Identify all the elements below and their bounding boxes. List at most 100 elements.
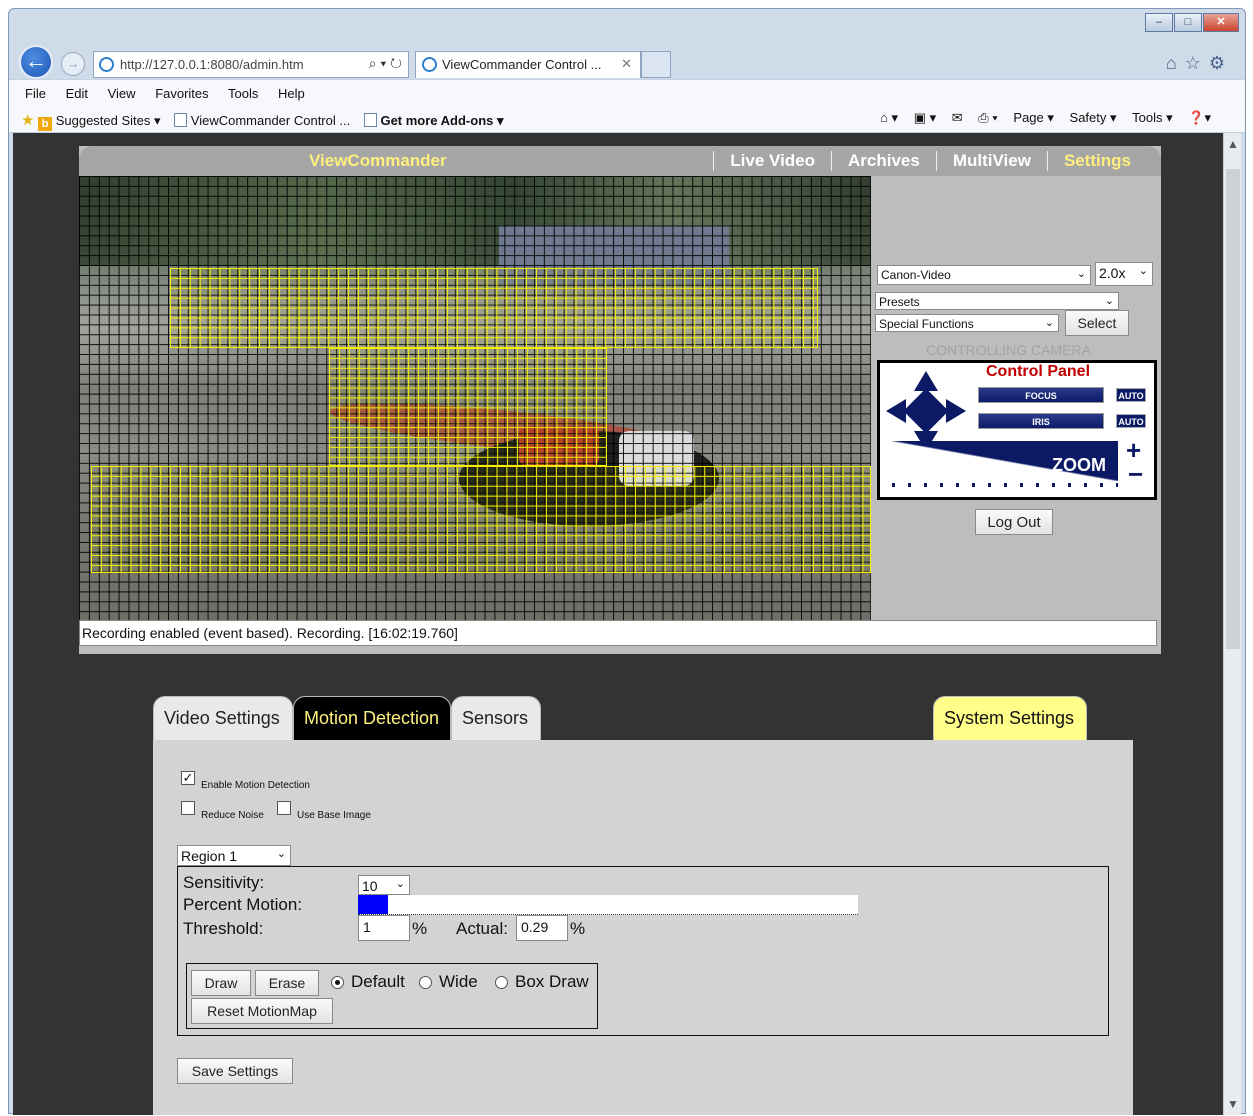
favorites-star-icon[interactable]: ☆ — [1185, 53, 1209, 73]
pan-right-arrow-icon[interactable] — [946, 399, 966, 423]
window-controls: – □ ✕ — [1144, 13, 1239, 32]
menu-edit[interactable]: Edit — [66, 86, 88, 101]
zoom-ticks — [892, 483, 1118, 487]
scroll-thumb[interactable] — [1226, 169, 1240, 649]
camera-video-feed[interactable] — [79, 176, 871, 620]
scroll-down-icon[interactable]: ▼ — [1224, 1097, 1242, 1111]
browser-window: – □ ✕ ← → http://127.0.0.1:8080/admin.ht… — [8, 8, 1246, 1115]
feeds-icon[interactable]: ▣ ▾ — [914, 110, 936, 125]
vertical-scrollbar[interactable]: ▲ ▼ — [1223, 133, 1241, 1115]
browser-tab[interactable]: ViewCommander Control ... ✕ — [415, 51, 641, 78]
mode-default-label: Default — [351, 972, 405, 991]
tools-menu[interactable]: Tools ▾ — [1132, 110, 1173, 125]
chevron-down-icon: ⌄ — [395, 878, 405, 890]
camera-select[interactable]: Canon-Video ⌄ — [877, 265, 1091, 285]
camera-select-value: Canon-Video — [881, 268, 951, 282]
mode-wide-label: Wide — [439, 972, 478, 991]
tab-video-settings[interactable]: Video Settings — [153, 696, 293, 740]
focus-auto-button[interactable]: AUTO — [1116, 388, 1146, 402]
address-text: http://127.0.0.1:8080/admin.htm — [120, 57, 304, 72]
presets-select[interactable]: Presets ⌄ — [875, 292, 1119, 310]
iris-auto-button[interactable]: AUTO — [1116, 414, 1146, 428]
suggested-sites-link[interactable]: Suggested Sites ▾ — [56, 113, 161, 128]
threshold-input[interactable]: 1 — [358, 915, 410, 941]
tab-sensors[interactable]: Sensors — [451, 696, 541, 740]
pan-tilt-pad[interactable] — [886, 371, 966, 451]
home-icon[interactable]: ⌂ — [1166, 53, 1185, 73]
nav-multiview[interactable]: MultiView — [935, 151, 1047, 171]
controlling-camera-caption: CONTROLLING CAMERA — [926, 342, 1091, 358]
menu-view[interactable]: View — [108, 86, 136, 101]
forward-arrow-icon[interactable]: → — [61, 52, 85, 76]
enable-motion-checkbox[interactable]: ✓ — [181, 771, 195, 785]
chevron-down-icon: ⌄ — [1138, 265, 1148, 277]
gear-icon[interactable]: ⚙ — [1209, 53, 1233, 73]
safety-menu[interactable]: Safety ▾ — [1070, 110, 1117, 125]
reset-motionmap-button[interactable]: Reset MotionMap — [191, 998, 333, 1024]
special-functions-select[interactable]: Special Functions ⌄ — [875, 314, 1059, 332]
motion-zone[interactable] — [329, 348, 607, 466]
maximize-icon[interactable]: □ — [1174, 13, 1202, 32]
focus-bar[interactable]: FOCUS — [978, 387, 1104, 403]
nav-settings[interactable]: Settings — [1046, 151, 1147, 171]
mode-default-radio[interactable] — [331, 976, 344, 989]
pan-left-arrow-icon[interactable] — [886, 399, 906, 423]
percent-motion-fill — [358, 895, 388, 914]
region-select[interactable]: Region 1 ⌄ — [177, 845, 291, 866]
select-button[interactable]: Select — [1065, 310, 1129, 336]
command-bar: ⌂ ▾ ▣ ▾ ✉ ⎙ ▾ Page ▾ Safety ▾ Tools ▾ ❓▾ — [868, 110, 1211, 126]
draw-button[interactable]: Draw — [191, 970, 251, 996]
get-addons-link[interactable]: Get more Add-ons ▾ — [380, 113, 503, 128]
mode-box-draw-radio[interactable] — [495, 976, 508, 989]
print-icon[interactable]: ⎙ ▾ — [978, 110, 997, 125]
save-settings-button[interactable]: Save Settings — [177, 1058, 293, 1084]
menu-help[interactable]: Help — [278, 86, 305, 101]
minimize-icon[interactable]: – — [1145, 13, 1173, 32]
favorites-star-add-icon[interactable]: ★ — [21, 112, 34, 129]
menu-file[interactable]: File — [25, 86, 46, 101]
erase-button[interactable]: Erase — [255, 970, 319, 996]
use-base-image-checkbox[interactable] — [277, 801, 291, 815]
mode-wide-radio[interactable] — [419, 976, 432, 989]
ie-page-icon — [99, 57, 114, 72]
back-arrow-icon[interactable]: ← — [19, 45, 53, 79]
address-bar[interactable]: http://127.0.0.1:8080/admin.htm ⌕ ▾ ↻ — [93, 51, 409, 78]
viewcommander-fav-link[interactable]: ViewCommander Control ... — [191, 113, 350, 128]
menu-bar: File Edit View Favorites Tools Help — [9, 79, 1245, 105]
close-window-icon[interactable]: ✕ — [1203, 13, 1239, 32]
page-menu[interactable]: Page ▾ — [1013, 110, 1054, 125]
settings-tabs: Video Settings Motion Detection Sensors … — [153, 696, 1133, 740]
pan-tilt-center-icon[interactable] — [903, 388, 949, 434]
help-icon[interactable]: ❓▾ — [1188, 110, 1211, 125]
ie-tab-icon — [422, 57, 437, 72]
mode-box-draw-label: Box Draw — [515, 972, 589, 991]
logout-button[interactable]: Log Out — [975, 509, 1053, 535]
mail-icon[interactable]: ✉ — [952, 110, 963, 125]
home-command-icon[interactable]: ⌂ ▾ — [880, 110, 898, 125]
motion-zone[interactable] — [91, 466, 871, 573]
new-tab-button[interactable] — [641, 51, 671, 78]
search-refresh-icons[interactable]: ⌕ ▾ ↻ — [369, 55, 402, 72]
nav-live-video[interactable]: Live Video — [713, 151, 831, 171]
tilt-up-arrow-icon[interactable] — [914, 371, 938, 391]
nav-archives[interactable]: Archives — [831, 151, 936, 171]
menu-favorites[interactable]: Favorites — [155, 86, 208, 101]
zoom-factor-select[interactable]: 2.0x ⌄ — [1095, 262, 1153, 286]
navigation-row: ← → http://127.0.0.1:8080/admin.htm ⌕ ▾ … — [13, 43, 1241, 79]
enable-motion-label: Enable Motion Detection — [201, 780, 310, 791]
zoom-out-icon[interactable]: − — [1128, 459, 1143, 490]
reduce-noise-checkbox[interactable] — [181, 801, 195, 815]
close-tab-icon[interactable]: ✕ — [621, 56, 632, 72]
motion-zone[interactable] — [170, 268, 818, 348]
tab-system-settings[interactable]: System Settings — [933, 696, 1087, 740]
bing-icon: b — [38, 117, 53, 131]
threshold-label: Threshold: — [183, 919, 264, 938]
iris-bar[interactable]: IRIS — [978, 413, 1104, 429]
zoom-factor-value: 2.0x — [1099, 265, 1126, 281]
percent-motion-label: Percent Motion: — [183, 895, 303, 914]
sensitivity-select[interactable]: 10 ⌄ — [358, 875, 410, 895]
actual-value: 0.29 — [516, 915, 568, 941]
scroll-up-icon[interactable]: ▲ — [1224, 137, 1242, 151]
tab-motion-detection[interactable]: Motion Detection — [293, 696, 451, 740]
menu-tools[interactable]: Tools — [228, 86, 258, 101]
